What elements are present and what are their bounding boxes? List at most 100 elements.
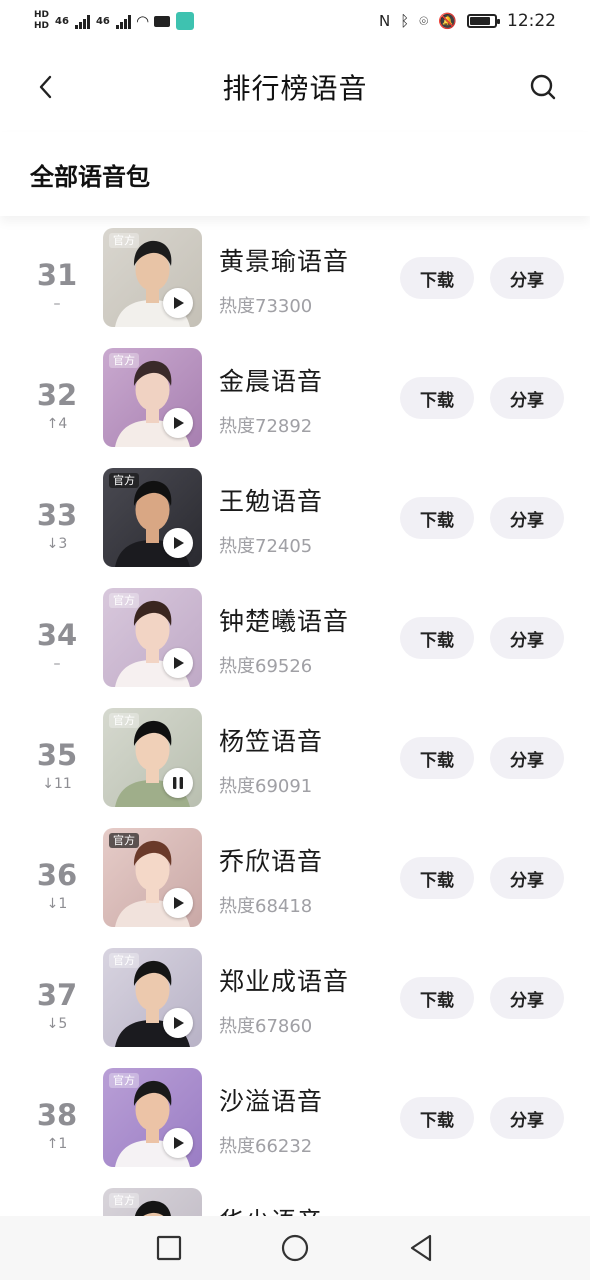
rank: 34 – xyxy=(26,618,88,673)
list-item[interactable]: 官方 华少语音 下载 分享 xyxy=(0,1188,590,1216)
play-icon xyxy=(174,657,184,669)
rank-number: 35 xyxy=(36,738,78,772)
search-button[interactable] xyxy=(528,72,558,102)
share-button[interactable]: 分享 xyxy=(490,977,564,1019)
video-icon xyxy=(154,15,171,27)
download-button[interactable]: 下载 xyxy=(400,617,474,659)
play-button[interactable] xyxy=(163,648,193,678)
play-button[interactable] xyxy=(163,408,193,438)
play-button[interactable] xyxy=(163,888,193,918)
heat-value: 热度69526 xyxy=(219,656,313,677)
voice-avatar[interactable]: 官方 xyxy=(103,828,202,927)
signal-icon-2 xyxy=(115,13,131,29)
voice-name: 郑业成语音 xyxy=(219,967,350,996)
download-button[interactable]: 下载 xyxy=(400,1097,474,1139)
rank-change: ↓11 xyxy=(42,776,72,792)
play-icon xyxy=(174,1137,184,1149)
status-right: N ᛒ ⌾ 🔕 12:22 xyxy=(379,11,556,31)
heat-value: 热度72405 xyxy=(219,536,313,557)
download-button[interactable]: 下载 xyxy=(400,737,474,779)
voice-avatar[interactable]: 官方 xyxy=(103,348,202,447)
list-item[interactable]: 31 – 官方 黄景瑜语音 热度73300 下载 分享 xyxy=(0,228,590,348)
play-button[interactable] xyxy=(163,1008,193,1038)
list-item[interactable]: 34 – 官方 钟楚曦语音 热度69526 下载 分享 xyxy=(0,588,590,708)
share-button[interactable]: 分享 xyxy=(490,737,564,779)
rank: 33 ↓3 xyxy=(26,498,88,553)
back-nav-button[interactable] xyxy=(405,1232,437,1264)
download-button[interactable]: 下载 xyxy=(400,497,474,539)
play-button[interactable] xyxy=(163,768,193,798)
rank-number: 37 xyxy=(36,978,78,1012)
rank-number: 33 xyxy=(36,498,78,532)
play-button[interactable] xyxy=(163,1128,193,1158)
rank-number: 38 xyxy=(36,1098,78,1132)
voice-avatar[interactable]: 官方 xyxy=(103,468,202,567)
list-item[interactable]: 38 ↑1 官方 沙溢语音 热度66232 下载 分享 xyxy=(0,1068,590,1188)
share-button[interactable]: 分享 xyxy=(490,377,564,419)
list-item[interactable]: 36 ↓1 官方 乔欣语音 热度68418 下载 分享 xyxy=(0,828,590,948)
rank: 35 ↓11 xyxy=(26,738,88,793)
download-button[interactable]: 下载 xyxy=(400,857,474,899)
rank-change: ↓1 xyxy=(46,896,68,912)
play-icon xyxy=(174,1017,184,1029)
share-button[interactable]: 分享 xyxy=(490,617,564,659)
share-button[interactable]: 分享 xyxy=(490,1097,564,1139)
voice-avatar[interactable]: 官方 xyxy=(103,1068,202,1167)
share-button[interactable]: 分享 xyxy=(490,857,564,899)
section-title: 全部语音包 xyxy=(30,162,150,191)
share-button[interactable]: 分享 xyxy=(490,497,564,539)
page-title: 排行榜语音 xyxy=(222,72,368,105)
official-badge: 官方 xyxy=(109,353,139,368)
back-button[interactable] xyxy=(32,72,62,102)
voice-avatar[interactable]: 官方 xyxy=(103,1188,202,1216)
play-icon xyxy=(174,897,184,909)
voice-name: 华少语音 xyxy=(219,1202,323,1216)
play-icon xyxy=(174,537,184,549)
download-button[interactable]: 下载 xyxy=(400,257,474,299)
recents-button[interactable] xyxy=(153,1232,185,1264)
voice-avatar[interactable]: 官方 xyxy=(103,948,202,1047)
search-icon xyxy=(530,74,556,100)
rank-number: 31 xyxy=(36,258,78,292)
circle-icon xyxy=(281,1234,309,1262)
download-button[interactable]: 下载 xyxy=(400,377,474,419)
wifi-icon: ◠ xyxy=(136,12,149,30)
status-bar: HD HD 46 46 ◠ N ᛒ ⌾ 🔕 12:22 xyxy=(0,0,590,42)
play-button[interactable] xyxy=(163,288,193,318)
rank-change: ↑4 xyxy=(46,416,68,432)
share-button[interactable]: 分享 xyxy=(490,257,564,299)
voice-avatar[interactable]: 官方 xyxy=(103,708,202,807)
official-badge: 官方 xyxy=(109,953,139,968)
heat-value: 热度73300 xyxy=(219,296,313,317)
bluetooth-icon: ᛒ xyxy=(400,12,410,30)
list-item[interactable]: 32 ↑4 官方 金晨语音 热度72892 下载 分享 xyxy=(0,348,590,468)
list-item[interactable]: 37 ↓5 官方 郑业成语音 热度67860 下载 分享 xyxy=(0,948,590,1068)
heat-value: 热度66232 xyxy=(219,1136,313,1157)
download-button[interactable]: 下载 xyxy=(400,977,474,1019)
official-badge: 官方 xyxy=(109,593,139,608)
rank-change: – xyxy=(53,656,61,672)
official-badge: 官方 xyxy=(109,1193,139,1208)
rank-change: ↓5 xyxy=(46,1016,68,1032)
voice-name: 金晨语音 xyxy=(219,367,324,396)
voice-name: 王勉语音 xyxy=(219,487,324,516)
voice-name: 乔欣语音 xyxy=(219,847,324,876)
mute-icon: 🔕 xyxy=(438,12,457,30)
rank-number: 36 xyxy=(36,858,78,892)
play-button[interactable] xyxy=(163,528,193,558)
home-button[interactable] xyxy=(279,1232,311,1264)
voice-pack-list[interactable]: 31 – 官方 黄景瑜语音 热度73300 下载 分享 32 ↑4 官方 金晨语… xyxy=(0,228,590,1216)
voice-avatar[interactable]: 官方 xyxy=(103,228,202,327)
app-notification-icon xyxy=(176,12,195,30)
list-item[interactable]: 33 ↓3 官方 王勉语音 热度72405 下载 分享 xyxy=(0,468,590,588)
voice-avatar[interactable]: 官方 xyxy=(103,588,202,687)
status-time: 12:22 xyxy=(507,11,556,31)
voice-name: 杨笠语音 xyxy=(219,727,324,756)
voice-name: 钟楚曦语音 xyxy=(219,607,350,636)
app-header: 排行榜语音 xyxy=(0,42,590,132)
heat-value: 热度72892 xyxy=(219,416,313,437)
nfc-icon: N xyxy=(379,12,391,30)
list-item[interactable]: 35 ↓11 官方 杨笠语音 热度69091 下载 分享 xyxy=(0,708,590,828)
rank-change: ↑1 xyxy=(46,1136,68,1152)
rank: 38 ↑1 xyxy=(26,1098,88,1153)
